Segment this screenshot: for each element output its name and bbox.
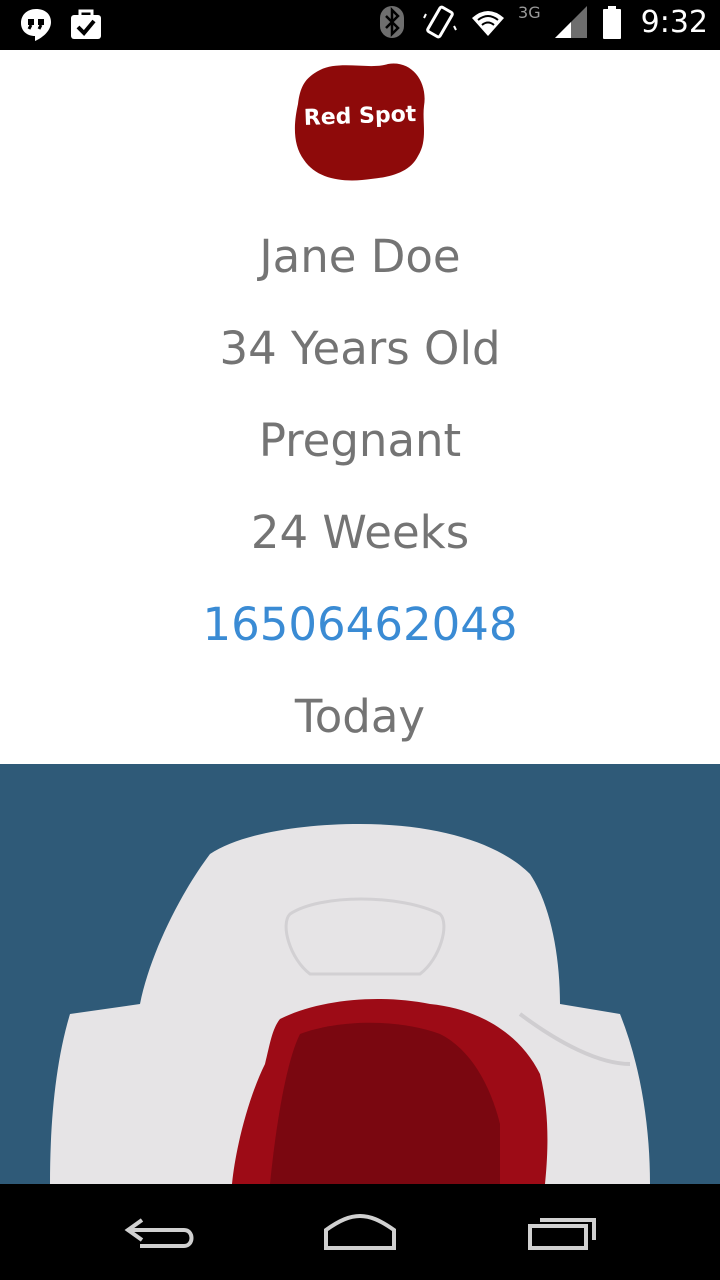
back-icon[interactable] — [120, 1210, 200, 1254]
profile-info: Jane Doe 34 Years Old Pregnant 24 Weeks … — [0, 226, 720, 778]
clock: 9:32 — [640, 4, 708, 40]
navigation-bar — [0, 1184, 720, 1280]
sanitary-pad-photo — [0, 764, 720, 1184]
status-bar: 3G 9:32 — [0, 0, 720, 50]
network-type: 3G — [518, 2, 541, 22]
pregnancy-weeks: 24 Weeks — [250, 506, 470, 559]
phone-link[interactable]: 16506462048 — [0, 594, 720, 686]
pregnancy-status: Pregnant — [258, 414, 462, 467]
signal-icon — [553, 4, 589, 40]
home-icon[interactable] — [320, 1210, 400, 1254]
vibrate-icon — [422, 4, 458, 40]
battery-icon — [601, 4, 623, 40]
hangouts-icon — [18, 6, 54, 42]
patient-age: 34 Years Old — [219, 322, 501, 375]
bluetooth-icon — [374, 4, 410, 40]
logo-text: Red Spot — [303, 102, 417, 131]
recent-apps-icon[interactable] — [522, 1210, 602, 1254]
patient-name: Jane Doe — [259, 230, 461, 283]
profile-screen: Red Spot Jane Doe 34 Years Old Pregnant … — [0, 50, 720, 1184]
briefcase-check-icon — [68, 6, 104, 42]
red-spot-logo: Red Spot — [290, 56, 430, 186]
wifi-icon — [470, 4, 506, 40]
